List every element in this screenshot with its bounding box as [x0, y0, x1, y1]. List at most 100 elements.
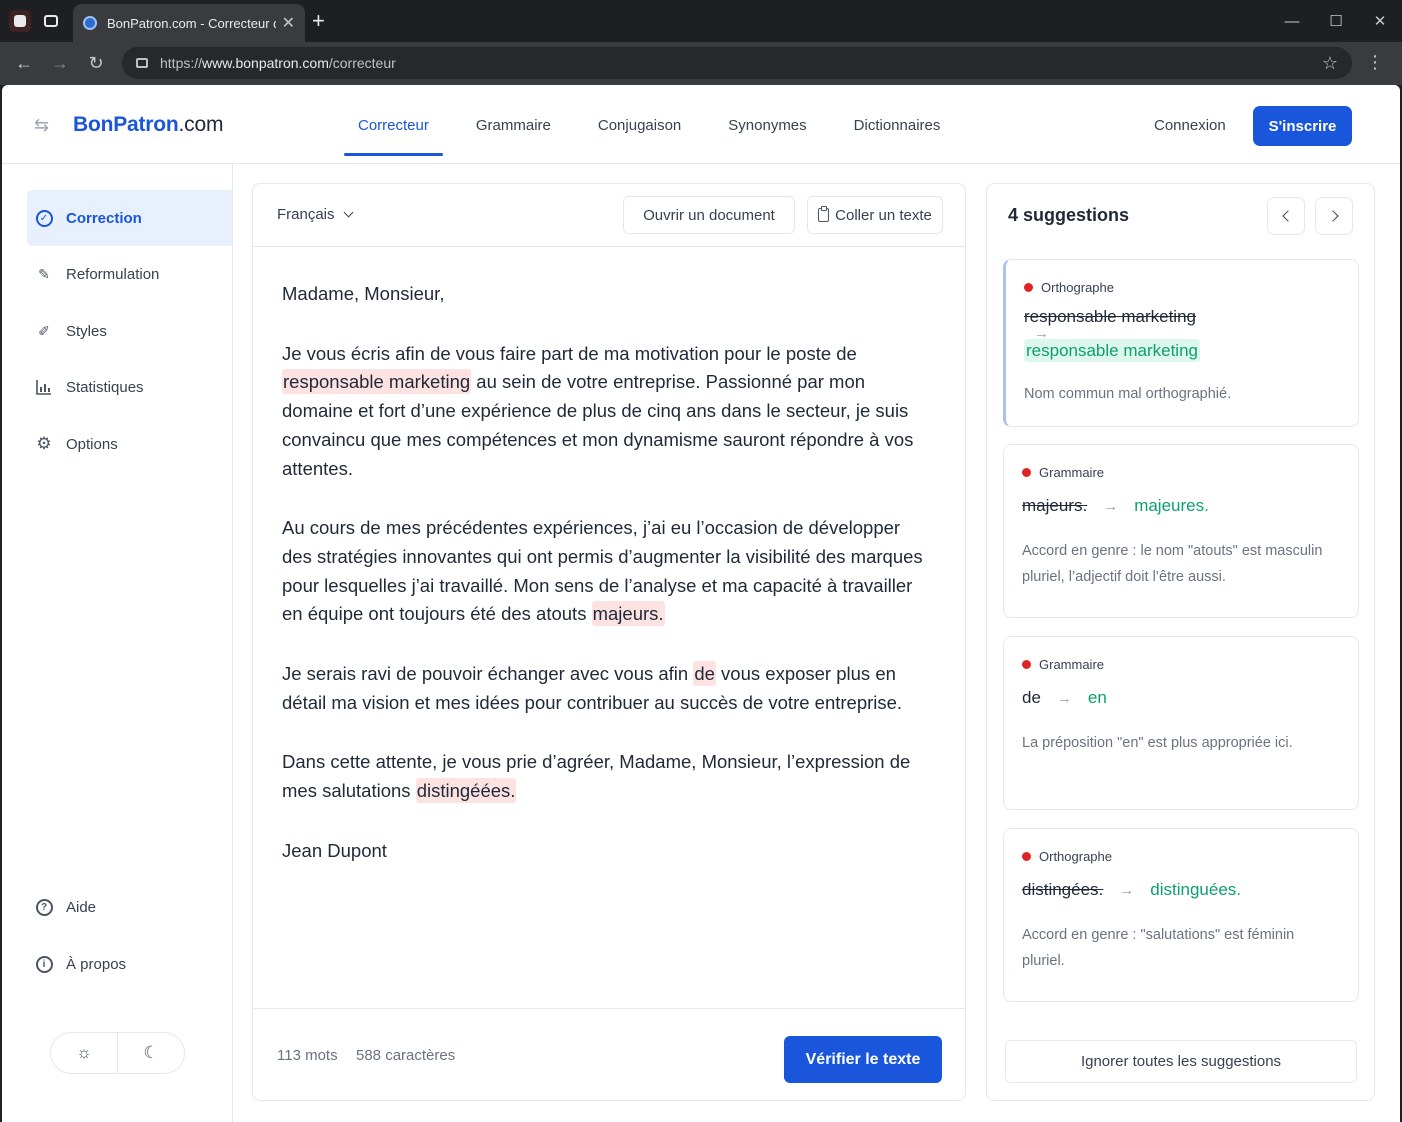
text-editor[interactable]: Madame, Monsieur, Je vous écris afin de … — [282, 280, 932, 897]
maximize-icon[interactable]: ☐ — [1314, 12, 1358, 30]
nav-synonymes[interactable]: Synonymes — [714, 85, 820, 164]
suggestion-card[interactable]: Orthographe responsable marketing → resp… — [1003, 259, 1359, 427]
language-select[interactable]: Français — [277, 206, 353, 223]
chevron-right-icon — [1326, 210, 1339, 222]
text-paragraph: Madame, Monsieur, — [282, 283, 445, 304]
web-page: ⇆ BonPatron.com Correcteur Grammaire Con… — [2, 85, 1400, 1122]
ignore-all-button[interactable]: Ignorer toutes les suggestions — [1005, 1040, 1357, 1083]
corrected-text[interactable]: responsable marketing — [1024, 339, 1200, 362]
gear-icon: ⚙ — [36, 434, 52, 453]
sidebar-item-label: Options — [66, 435, 118, 453]
error-highlight[interactable]: responsable marketing — [282, 369, 472, 395]
original-text: distingées. — [1022, 880, 1104, 899]
sidebar-item-correction[interactable]: ✓ Correction — [27, 190, 232, 246]
suggestion-category: Grammaire — [1022, 465, 1340, 480]
reload-icon[interactable]: ↻ — [78, 53, 114, 74]
verify-text-button[interactable]: Vérifier le texte — [784, 1036, 942, 1083]
error-dot-icon — [1024, 283, 1033, 292]
error-dot-icon — [1022, 852, 1031, 861]
sidebar-item-options[interactable]: ⚙ Options — [27, 416, 232, 472]
chart-icon — [35, 378, 53, 396]
nav-dictionnaires[interactable]: Dictionnaires — [840, 85, 955, 164]
next-suggestion-button[interactable] — [1315, 197, 1353, 235]
text-paragraph: Au cours de mes précédentes expériences,… — [282, 517, 923, 627]
text-paragraph: Je vous écris afin de vous faire part de… — [282, 342, 914, 479]
suggestion-explanation: Accord en genre : "salutations" est fémi… — [1022, 927, 1295, 969]
info-icon: i — [35, 955, 53, 973]
help-icon: ? — [35, 898, 53, 916]
site-logo[interactable]: BonPatron.com — [73, 113, 223, 137]
suggestion-replacement: de → en — [1022, 688, 1340, 708]
signup-button[interactable]: S'inscrire — [1253, 106, 1352, 146]
sidebar-item-statistiques[interactable]: Statistiques — [27, 359, 232, 415]
suggestion-card[interactable]: Grammaire de → en La préposition "en" es… — [1003, 636, 1359, 810]
sidebar-item-aide[interactable]: ? Aide — [27, 879, 232, 935]
close-window-icon[interactable]: ✕ — [1358, 12, 1402, 30]
suggestion-category: Orthographe — [1024, 280, 1340, 295]
minimize-icon[interactable]: — — [1270, 13, 1314, 30]
nav-grammaire[interactable]: Grammaire — [462, 85, 565, 164]
check-circle-icon: ✓ — [35, 209, 53, 227]
new-tab-icon[interactable]: + — [312, 8, 325, 34]
sidebar-item-label: Correction — [66, 209, 142, 227]
chevron-down-icon — [343, 207, 353, 218]
login-link[interactable]: Connexion — [1154, 117, 1226, 134]
suggestion-replacement: majeurs. → majeures. — [1022, 496, 1340, 516]
address-bar[interactable]: https://www.bonpatron.com/correcteur ☆ — [122, 47, 1352, 79]
paste-text-button[interactable]: Coller un texte — [807, 196, 943, 234]
browser-profile-icon[interactable] — [9, 10, 31, 32]
bookmark-star-icon[interactable]: ☆ — [1322, 53, 1338, 74]
chevron-left-icon — [1281, 210, 1294, 222]
site-favicon-icon — [83, 16, 97, 30]
lock-icon[interactable] — [136, 58, 148, 68]
nav-correcteur[interactable]: Correcteur — [344, 85, 443, 164]
word-count: 113 mots — [277, 1047, 338, 1064]
arrow-right-icon: → — [1103, 497, 1119, 515]
suggestion-category: Grammaire — [1022, 657, 1340, 672]
error-highlight[interactable]: de — [693, 661, 716, 687]
arrow-right-icon: → — [1056, 689, 1072, 707]
sidebar-item-label: Reformulation — [66, 265, 160, 283]
original-text: majeurs. — [1022, 496, 1088, 515]
nav-conjugaison[interactable]: Conjugaison — [584, 85, 695, 164]
error-highlight[interactable]: distingéées. — [415, 778, 517, 804]
tab-close-icon[interactable]: ✕ — [282, 13, 295, 33]
suggestion-card[interactable]: Orthographe distingées. → distinguées. A… — [1003, 828, 1359, 1002]
sidebar-item-styles[interactable]: ✐ Styles — [27, 303, 232, 359]
sidebar-item-reformulation[interactable]: ✎ Reformulation — [27, 246, 232, 302]
original-text: responsable marketing — [1024, 307, 1196, 326]
tab-search-icon[interactable] — [40, 10, 62, 32]
error-highlight[interactable]: majeurs. — [591, 601, 665, 627]
open-document-button[interactable]: Ouvrir un document — [623, 196, 795, 234]
moon-icon[interactable]: ☾ — [118, 1033, 184, 1073]
editor-card: Français Ouvrir un document Coller un te… — [252, 183, 966, 1101]
sidebar-item-a-propos[interactable]: i À propos — [27, 936, 232, 992]
url-text: https://www.bonpatron.com/correcteur — [160, 55, 396, 71]
prev-suggestion-button[interactable] — [1267, 197, 1305, 235]
corrected-text[interactable]: distinguées. — [1150, 880, 1241, 900]
suggestion-replacement: distingées. → distinguées. — [1022, 880, 1340, 900]
sidebar-item-label: Styles — [66, 322, 107, 340]
suggestion-replacement: responsable marketing → responsable mark… — [1024, 307, 1340, 362]
browser-tab-active[interactable]: BonPatron.com - Correcteur d'o ✕ — [73, 4, 305, 42]
sidebar: ✓ Correction ✎ Reformulation ✐ Styles St… — [2, 164, 233, 1122]
browser-menu-icon[interactable]: ⋮ — [1366, 52, 1384, 73]
corrected-text[interactable]: majeures. — [1134, 496, 1209, 516]
edit-icon: ✎ — [38, 265, 50, 282]
suggestion-card[interactable]: Grammaire majeurs. → majeures. Accord en… — [1003, 444, 1359, 618]
sidebar-item-label: Aide — [66, 898, 97, 916]
suggestions-title: 4 suggestions — [1008, 205, 1130, 225]
sidebar-item-label: Statistiques — [66, 378, 144, 396]
text-paragraph: Je serais ravi de pouvoir échanger avec … — [282, 661, 903, 713]
suggestion-explanation: Accord en genre : le nom "atouts" est ma… — [1022, 543, 1323, 585]
tab-title: BonPatron.com - Correcteur d'o — [107, 15, 276, 31]
corrected-text[interactable]: en — [1088, 688, 1107, 708]
main-nav: Correcteur Grammaire Conjugaison Synonym… — [344, 85, 973, 164]
suggestion-category: Orthographe — [1022, 849, 1340, 864]
forward-icon[interactable]: → — [42, 53, 78, 74]
back-icon[interactable]: ← — [6, 53, 42, 74]
pen-icon: ✐ — [38, 322, 50, 339]
text-paragraph: Dans cette attente, je vous prie d’agrée… — [282, 751, 911, 804]
original-text: de — [1022, 688, 1041, 707]
sun-icon[interactable]: ☼ — [51, 1033, 118, 1073]
